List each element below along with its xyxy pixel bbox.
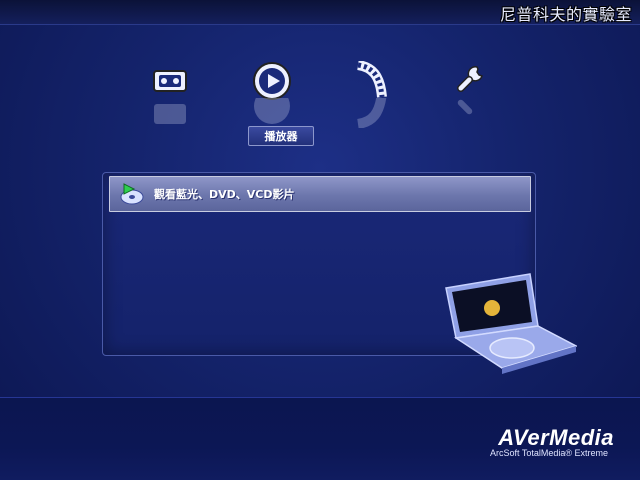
play-reflection xyxy=(242,98,302,128)
nav-settings[interactable] xyxy=(438,58,498,128)
tv-reflection xyxy=(140,98,200,128)
wrench-reflection xyxy=(438,98,498,128)
nav-film[interactable] xyxy=(340,58,400,128)
nav-tv[interactable] xyxy=(140,58,200,128)
brand-subtitle: ArcSoft TotalMedia® Extreme xyxy=(489,448,608,458)
nav-player[interactable] xyxy=(242,58,302,128)
app-window: 尼普科夫的實驗室 播放器 觀看藍光、DVD、VCD影片 AVerMedia Ar… xyxy=(0,0,640,480)
portable-player-illustration xyxy=(442,268,578,376)
active-nav-label: 播放器 xyxy=(248,126,314,146)
watch-disc-label: 觀看藍光、DVD、VCD影片 xyxy=(154,188,295,201)
top-bar: 尼普科夫的實驗室 xyxy=(0,0,640,25)
disc-play-icon xyxy=(120,183,146,205)
watermark-text: 尼普科夫的實驗室 xyxy=(499,5,632,24)
watch-disc-option[interactable]: 觀看藍光、DVD、VCD影片 xyxy=(109,176,531,212)
film-reflection xyxy=(340,98,400,128)
